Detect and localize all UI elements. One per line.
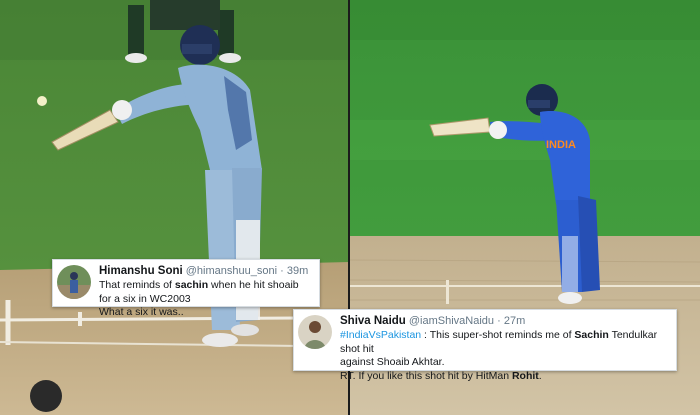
tweet-text-part: RT. If you like this shot hit by HitMan (340, 369, 512, 382)
tweet-card-himanshu[interactable]: Himanshu Soni @himanshuu_soni · 39m That… (52, 259, 320, 318)
display-name[interactable]: Shiva Naidu (340, 315, 406, 327)
tweet-keyword: Rohit (511, 369, 539, 382)
separator: · (497, 315, 501, 327)
tweet-keyword: sachin (174, 279, 209, 291)
separator: · (280, 265, 284, 277)
tweet-header: Shiva Naidu @iamShivaNaidu · 27m (340, 314, 525, 328)
tweet-text: #IndiaVsPakistan : This super-shot remin… (340, 329, 670, 383)
avatar (298, 315, 332, 349)
avatar (57, 265, 91, 299)
tweet-text-part: : This super-shot reminds me of (421, 329, 575, 341)
tweet-time[interactable]: 27m (504, 315, 525, 327)
tweet-text-part: . (538, 369, 542, 382)
tweet-text: That reminds of sachin when he hit shoai… (99, 279, 313, 320)
user-handle[interactable]: @himanshuu_soni (186, 265, 277, 277)
tweet-card-shiva[interactable]: Shiva Naidu @iamShivaNaidu · 27m #IndiaV… (293, 309, 677, 382)
display-name[interactable]: Himanshu Soni (99, 265, 183, 277)
tweet-time[interactable]: 39m (287, 265, 308, 277)
tweet-text-part: That reminds of (99, 279, 175, 291)
tweet-line: What a six it was.. (99, 306, 184, 318)
tweet-line: against Shoaib Akhtar. (340, 356, 445, 368)
tweet-keyword: Sachin (574, 329, 609, 341)
hashtag-link[interactable]: #IndiaVsPakistan (340, 329, 421, 341)
user-handle[interactable]: @iamShivaNaidu (409, 315, 494, 327)
jersey-text: INDIA (546, 139, 576, 151)
tweet-header: Himanshu Soni @himanshuu_soni · 39m (99, 264, 308, 278)
